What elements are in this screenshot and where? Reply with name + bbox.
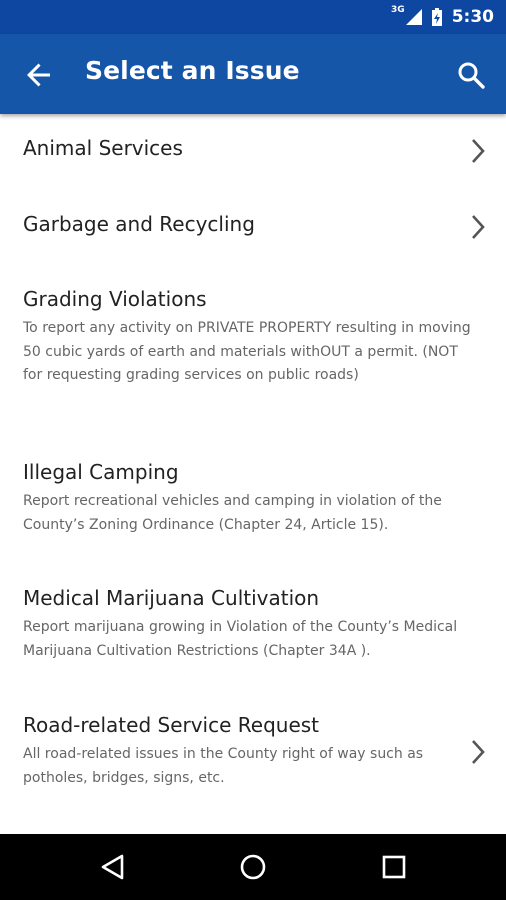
app-bar: Select an Issue	[0, 34, 506, 114]
clock: 5:30	[451, 7, 494, 27]
issue-title: Grading Violations	[23, 287, 207, 311]
issue-list: Animal Services Garbage and Recycling Gr…	[0, 114, 506, 834]
search-icon[interactable]	[456, 60, 486, 90]
list-item-animal-services[interactable]: Animal Services	[23, 136, 473, 160]
page-title: Select an Issue	[85, 56, 300, 85]
arrow-back-icon[interactable]	[24, 60, 54, 90]
navigation-bar	[0, 834, 506, 900]
chevron-right-icon[interactable]	[470, 214, 486, 240]
list-item-medical-marijuana-cultivation[interactable]: Medical Marijuana Cultivation Report mar…	[23, 586, 473, 663]
chevron-right-icon[interactable]	[470, 739, 486, 765]
issue-title: Illegal Camping	[23, 460, 179, 484]
chevron-right-icon[interactable]	[470, 138, 486, 164]
issue-description: Report marijuana growing in Violation of…	[23, 619, 458, 659]
issue-description: To report any activity on PRIVATE PROPER…	[23, 320, 471, 383]
status-icons: 3G 5:30	[391, 0, 494, 34]
issue-title: Road-related Service Request	[23, 713, 320, 737]
issue-title: Animal Services	[23, 136, 183, 160]
nav-recents-icon[interactable]	[379, 852, 409, 882]
network-type-label: 3G	[391, 5, 405, 15]
list-item-garbage-and-recycling[interactable]: Garbage and Recycling	[23, 212, 473, 236]
signal-icon	[405, 9, 422, 25]
list-item-road-related-service-request[interactable]: Road-related Service Request All road-re…	[23, 713, 473, 790]
nav-home-icon[interactable]	[238, 852, 268, 882]
battery-icon	[431, 8, 442, 26]
issue-description: All road-related issues in the County ri…	[23, 746, 424, 786]
list-item-grading-violations[interactable]: Grading Violations To report any activit…	[23, 287, 473, 388]
issue-title: Medical Marijuana Cultivation	[23, 586, 320, 610]
nav-back-icon[interactable]	[98, 852, 128, 882]
issue-title: Garbage and Recycling	[23, 212, 255, 236]
status-bar: 3G 5:30	[0, 0, 506, 34]
issue-description: Report recreational vehicles and camping…	[23, 493, 442, 533]
list-item-illegal-camping[interactable]: Illegal Camping Report recreational vehi…	[23, 460, 473, 537]
